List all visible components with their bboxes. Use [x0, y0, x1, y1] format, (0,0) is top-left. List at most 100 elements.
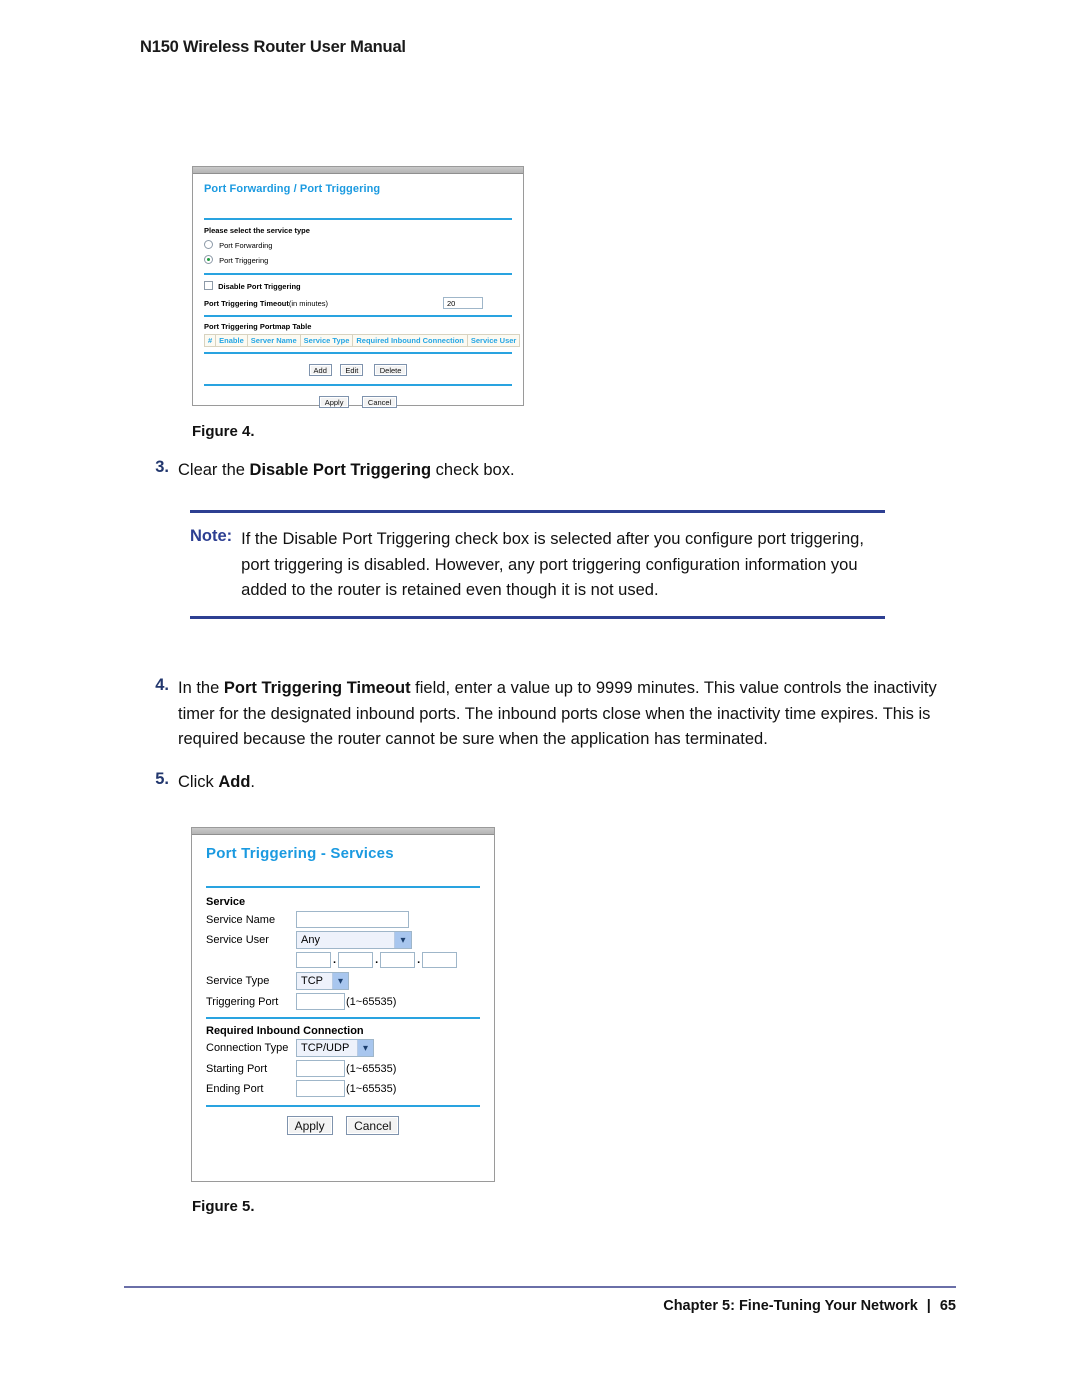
note-text: If the Disable Port Triggering check box… — [241, 530, 864, 599]
chevron-down-icon[interactable]: ▾ — [394, 932, 411, 948]
ending-port-label: Ending Port — [206, 1082, 264, 1095]
ip-octet-4-input[interactable] — [422, 952, 458, 968]
figure2-cancel-button[interactable]: Cancel — [346, 1116, 400, 1135]
step-3-text-c: check box. — [431, 461, 515, 479]
divider-4 — [204, 352, 512, 354]
figure2-action-buttons: Apply Cancel — [206, 1116, 480, 1135]
edit-button[interactable]: Edit — [340, 364, 364, 376]
footer-divider — [124, 1286, 956, 1288]
step-4-text-bold: Port Triggering Timeout — [223, 679, 411, 697]
divider-1 — [204, 218, 512, 220]
timeout-input-value: 20 — [447, 299, 456, 308]
figure1-caption: Figure 4. — [192, 423, 255, 440]
figure2-panel-title: Port Triggering - Services — [206, 845, 394, 862]
radio-row-port-forwarding[interactable]: Port Forwarding — [204, 240, 512, 250]
connection-type-select[interactable]: TCP/UDP ▾ — [296, 1039, 374, 1057]
f2-divider-2 — [206, 1017, 480, 1019]
portmap-col-index: # — [203, 334, 217, 347]
ip-octet-2-input[interactable] — [338, 952, 374, 968]
divider-2 — [204, 273, 512, 275]
step-5-text-bold: Add — [218, 773, 251, 791]
portmap-table: # Enable Server Name Service Type Requir… — [203, 334, 521, 347]
service-name-input[interactable] — [296, 911, 409, 928]
step-3-text-a: Clear the — [178, 461, 250, 479]
row-service-user: Service User Any ▾ — [206, 931, 480, 949]
starting-port-label: Starting Port — [206, 1062, 268, 1075]
window-title-bar — [193, 167, 523, 174]
ip-dot-2: . — [375, 954, 379, 966]
portmap-col-service-type: Service Type — [299, 334, 354, 347]
radio-port-triggering-icon[interactable] — [204, 255, 213, 264]
service-type-prompt: Please select the service type — [204, 226, 310, 235]
connection-type-label: Connection Type — [206, 1042, 289, 1054]
table-action-buttons: Add Edit Delete — [204, 360, 512, 378]
figure2-apply-button[interactable]: Apply — [286, 1116, 333, 1135]
timeout-input[interactable]: 20 — [443, 297, 483, 309]
ending-port-input[interactable] — [296, 1080, 345, 1097]
row-service-name: Service Name — [206, 911, 480, 928]
add-button[interactable]: Add — [308, 364, 332, 376]
step-5-text: Click Add. — [178, 770, 255, 796]
step-4-number: 4. — [155, 676, 169, 694]
divider-5 — [204, 384, 512, 386]
timeout-label: Port Triggering Timeout — [204, 298, 289, 308]
figure-port-triggering-services: Port Triggering - Services Service Servi… — [191, 827, 495, 1182]
row-triggering-port: Triggering Port (1~65535) — [206, 993, 480, 1010]
portmap-col-enable: Enable — [215, 334, 248, 347]
f2-divider-1 — [206, 886, 480, 888]
ip-octet-3-input[interactable] — [380, 952, 416, 968]
cancel-button[interactable]: Cancel — [361, 396, 398, 408]
checkbox-row-disable-port-triggering[interactable]: Disable Port Triggering — [204, 281, 512, 291]
chevron-down-icon-2[interactable]: ▾ — [332, 973, 348, 989]
radio-row-port-triggering[interactable]: Port Triggering — [204, 255, 512, 265]
footer-page-number: 65 — [939, 1298, 956, 1314]
timeout-label-suffix: (in minutes) — [288, 298, 329, 308]
step-4-text-a: In the — [178, 679, 224, 697]
service-user-label: Service User — [206, 934, 269, 946]
step-5-text-a: Click — [178, 773, 219, 791]
triggering-port-hint: (1~65535) — [346, 995, 397, 1008]
footer-separator: | — [926, 1298, 931, 1314]
ip-octet-1-input[interactable] — [296, 952, 331, 968]
radio-port-forwarding-icon[interactable] — [204, 240, 213, 249]
delete-button[interactable]: Delete — [373, 364, 408, 376]
step-3-text: Clear the Disable Port Triggering check … — [178, 458, 515, 484]
service-type-label: Service Type — [206, 975, 270, 987]
ip-dot-3: . — [417, 954, 421, 966]
window-title-bar-2 — [192, 828, 494, 835]
ending-port-hint: (1~65535) — [346, 1082, 397, 1095]
figure2-caption: Figure 5. — [192, 1198, 255, 1215]
chevron-down-icon-3[interactable]: ▾ — [357, 1040, 373, 1056]
step-4: 4. In the Port Triggering Timeout field,… — [150, 676, 968, 753]
divider-3 — [204, 315, 512, 317]
note-label: Note: — [190, 527, 233, 545]
triggering-port-input[interactable] — [296, 993, 345, 1010]
row-starting-port: Starting Port (1~65535) — [206, 1060, 480, 1077]
service-user-select[interactable]: Any ▾ — [296, 931, 412, 949]
ip-dot-1: . — [333, 954, 337, 966]
step-3-number: 3. — [155, 458, 169, 476]
apply-button[interactable]: Apply — [318, 396, 350, 408]
row-connection-type: Connection Type TCP/UDP ▾ — [206, 1039, 480, 1057]
figure1-panel-title: Port Forwarding / Port Triggering — [204, 183, 381, 195]
portmap-table-label: Port Triggering Portmap Table — [204, 322, 312, 331]
radio-port-forwarding-label: Port Forwarding — [219, 241, 273, 250]
service-name-label: Service Name — [206, 913, 276, 926]
step-3-text-bold: Disable Port Triggering — [249, 461, 432, 479]
portmap-col-server-name: Server Name — [246, 334, 301, 347]
disable-port-triggering-checkbox[interactable] — [204, 281, 213, 290]
section-inbound-heading: Required Inbound Connection — [206, 1025, 364, 1037]
portmap-col-service-user: Service User — [466, 334, 521, 347]
figure-port-forwarding-triggering: Port Forwarding / Port Triggering Please… — [192, 166, 524, 408]
timeout-row: Port Triggering Timeout (in minutes) 20 — [204, 297, 512, 309]
disable-port-triggering-label: Disable Port Triggering — [218, 282, 301, 291]
f2-divider-3 — [206, 1105, 480, 1107]
step-5-number: 5. — [155, 770, 169, 788]
triggering-port-label: Triggering Port — [206, 995, 279, 1008]
service-type-select[interactable]: TCP ▾ — [296, 972, 349, 990]
radio-port-triggering-label: Port Triggering — [219, 256, 269, 265]
starting-port-hint: (1~65535) — [346, 1062, 397, 1075]
row-ending-port: Ending Port (1~65535) — [206, 1080, 480, 1097]
starting-port-input[interactable] — [296, 1060, 345, 1077]
step-4-text: In the Port Triggering Timeout field, en… — [178, 676, 968, 753]
